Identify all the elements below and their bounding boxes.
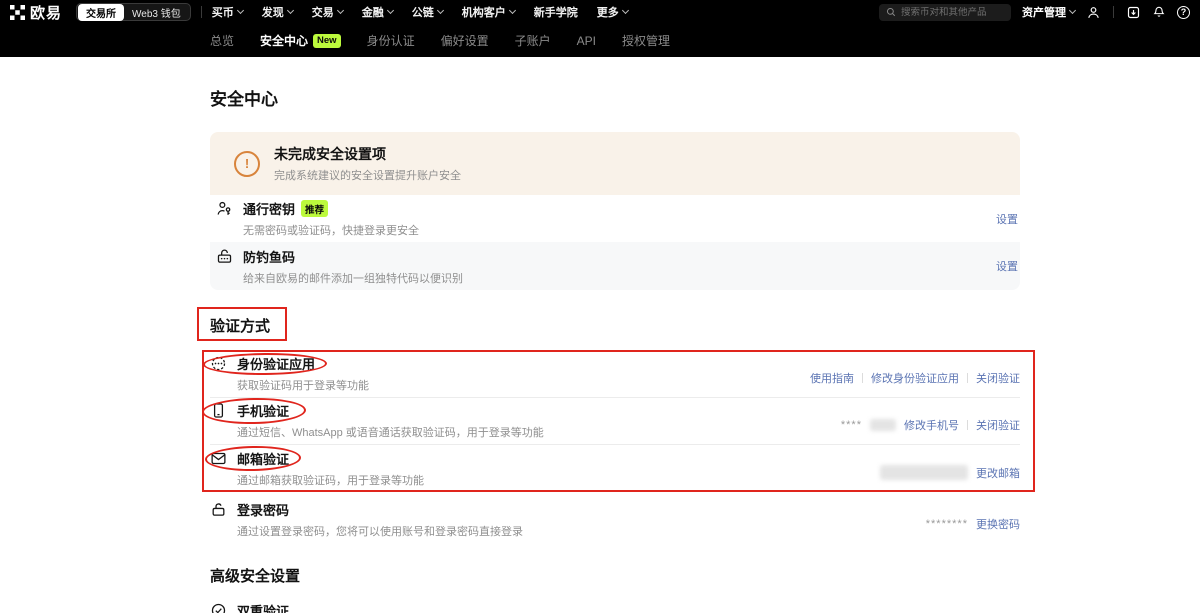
check-badge-icon xyxy=(210,602,227,613)
subnav-subaccounts[interactable]: 子账户 xyxy=(515,32,551,49)
subnav-authorization[interactable]: 授权管理 xyxy=(622,32,670,49)
change-authenticator-link[interactable]: 修改身份验证应用 xyxy=(871,370,959,386)
notifications-bell-icon[interactable] xyxy=(1152,5,1166,19)
warning-icon: ! xyxy=(234,151,260,177)
chevron-down-icon xyxy=(287,7,294,14)
divider xyxy=(862,373,863,383)
subnav-overview[interactable]: 总览 xyxy=(210,32,234,49)
assets-menu[interactable]: 资产管理 xyxy=(1022,4,1075,20)
row-separator xyxy=(210,444,1020,445)
menu-public-chain[interactable]: 公链 xyxy=(412,4,443,20)
top-navbar: 欧易 交易所 Web3 钱包 买币 发现 交易 金融 公链 机构客户 新手学院 … xyxy=(0,0,1200,24)
change-phone-link[interactable]: 修改手机号 xyxy=(904,417,959,433)
change-email-link[interactable]: 更改邮箱 xyxy=(976,465,1020,481)
search-box[interactable] xyxy=(879,4,1011,21)
divider xyxy=(967,373,968,383)
subnav-preferences[interactable]: 偏好设置 xyxy=(441,32,489,49)
anti-phishing-row: 防钓鱼码 给来自欧易的邮件添加一组独特代码以便识别 设置 xyxy=(210,242,1020,290)
warning-subtitle: 完成系统建议的安全设置提升账户安全 xyxy=(274,167,461,183)
subnav-identity-verification[interactable]: 身份认证 xyxy=(367,32,415,49)
main-menu: 买币 发现 交易 金融 公链 机构客户 新手学院 更多 xyxy=(212,4,628,20)
passkey-setup-link[interactable]: 设置 xyxy=(996,211,1018,227)
email-verification-desc: 通过邮箱获取验证码，用于登录等功能 xyxy=(237,472,424,488)
phone-icon xyxy=(210,402,227,419)
login-password-row: 登录密码 通过设置登录密码，您将可以使用账号和登录密码直接登录 ********… xyxy=(210,500,1020,539)
download-app-icon[interactable] xyxy=(1126,5,1141,20)
search-input[interactable] xyxy=(901,7,1004,18)
anti-phishing-setup-link[interactable]: 设置 xyxy=(996,258,1018,274)
logo-text: 欧易 xyxy=(30,2,62,23)
okx-logo-icon xyxy=(10,5,25,20)
anti-phishing-title: 防钓鱼码 xyxy=(243,247,295,266)
chevron-down-icon xyxy=(437,7,444,14)
menu-buy-crypto[interactable]: 买币 xyxy=(212,4,243,20)
passkey-row: 通行密钥 推荐 无需密码或验证码，快捷登录更安全 设置 xyxy=(210,195,1020,242)
authenticator-row: 身份验证应用 获取验证码用于登录等功能 使用指南 修改身份验证应用 关闭验证 xyxy=(210,354,1020,393)
main-content: 安全中心 ! 未完成安全设置项 完成系统建议的安全设置提升账户安全 通行密钥 xyxy=(0,57,1200,613)
divider xyxy=(967,420,968,430)
chevron-down-icon xyxy=(237,7,244,14)
chevron-down-icon xyxy=(387,7,394,14)
incomplete-security-card: ! 未完成安全设置项 完成系统建议的安全设置提升账户安全 通行密钥 推荐 无需密… xyxy=(210,132,1020,290)
disable-phone-link[interactable]: 关闭验证 xyxy=(976,417,1020,433)
menu-discover[interactable]: 发现 xyxy=(262,4,293,20)
authenticator-title: 身份验证应用 xyxy=(237,354,315,373)
new-badge: New xyxy=(313,34,341,48)
anti-phishing-code-icon xyxy=(216,248,233,265)
email-verification-row: 邮箱验证 通过邮箱获取验证码，用于登录等功能 更改邮箱 xyxy=(210,449,1020,488)
passkey-title: 通行密钥 xyxy=(243,199,295,218)
chevron-down-icon xyxy=(622,7,629,14)
phone-verification-row: 手机验证 通过短信、WhatsApp 或语音通话获取验证码，用于登录等功能 **… xyxy=(210,401,1020,440)
page-title: 安全中心 xyxy=(210,85,278,110)
security-subnav: 总览 安全中心 New 身份认证 偏好设置 子账户 API 授权管理 xyxy=(0,24,1200,57)
exchange-wallet-toggle: 交易所 Web3 钱包 xyxy=(76,3,191,21)
user-guide-link[interactable]: 使用指南 xyxy=(810,370,854,386)
warning-banner: ! 未完成安全设置项 完成系统建议的安全设置提升账户安全 xyxy=(210,132,1020,195)
email-icon xyxy=(210,450,227,467)
change-password-link[interactable]: 更换密码 xyxy=(976,516,1020,532)
authenticator-app-icon xyxy=(210,355,227,372)
search-icon xyxy=(886,7,896,17)
menu-institutional[interactable]: 机构客户 xyxy=(462,4,515,20)
advanced-section-title: 高级安全设置 xyxy=(210,565,300,586)
login-password-title: 登录密码 xyxy=(237,500,289,519)
tab-web3-wallet[interactable]: Web3 钱包 xyxy=(124,4,189,21)
row-separator xyxy=(210,397,1020,398)
topnav-right: 资产管理 ? xyxy=(879,4,1190,21)
divider xyxy=(1113,6,1114,18)
email-verification-title: 邮箱验证 xyxy=(237,449,289,468)
passkey-icon xyxy=(216,200,233,217)
subnav-api[interactable]: API xyxy=(577,34,596,48)
authenticator-desc: 获取验证码用于登录等功能 xyxy=(237,377,369,393)
divider xyxy=(201,6,202,18)
masked-phone-number: **** xyxy=(841,419,862,431)
warning-title: 未完成安全设置项 xyxy=(274,144,461,164)
lock-icon xyxy=(210,501,227,518)
two-factor-title: 双重验证 xyxy=(237,601,289,613)
okx-logo[interactable]: 欧易 xyxy=(10,2,62,23)
passkey-desc: 无需密码或验证码，快捷登录更安全 xyxy=(243,222,419,238)
blurred-email-address xyxy=(880,465,968,480)
chevron-down-icon xyxy=(1069,7,1076,14)
subnav-security-center[interactable]: 安全中心 New xyxy=(260,32,341,49)
verification-section-title: 验证方式 xyxy=(210,315,270,336)
tab-exchange[interactable]: 交易所 xyxy=(78,4,124,21)
two-factor-row: 双重验证 xyxy=(210,601,1020,613)
recommended-badge: 推荐 xyxy=(301,200,328,217)
anti-phishing-desc: 给来自欧易的邮件添加一组独特代码以便识别 xyxy=(243,270,463,286)
menu-finance[interactable]: 金融 xyxy=(362,4,393,20)
phone-verification-title: 手机验证 xyxy=(237,401,289,420)
chevron-down-icon xyxy=(509,7,516,14)
login-password-desc: 通过设置登录密码，您将可以使用账号和登录密码直接登录 xyxy=(237,523,523,539)
menu-academy[interactable]: 新手学院 xyxy=(534,4,578,20)
profile-icon[interactable] xyxy=(1086,5,1101,20)
disable-authenticator-link[interactable]: 关闭验证 xyxy=(976,370,1020,386)
chevron-down-icon xyxy=(337,7,344,14)
help-icon[interactable]: ? xyxy=(1177,6,1190,19)
phone-verification-desc: 通过短信、WhatsApp 或语音通话获取验证码，用于登录等功能 xyxy=(237,424,544,440)
menu-trade[interactable]: 交易 xyxy=(312,4,343,20)
masked-password: ******** xyxy=(926,518,968,530)
menu-more[interactable]: 更多 xyxy=(597,4,628,20)
blurred-phone-digits xyxy=(870,419,896,431)
